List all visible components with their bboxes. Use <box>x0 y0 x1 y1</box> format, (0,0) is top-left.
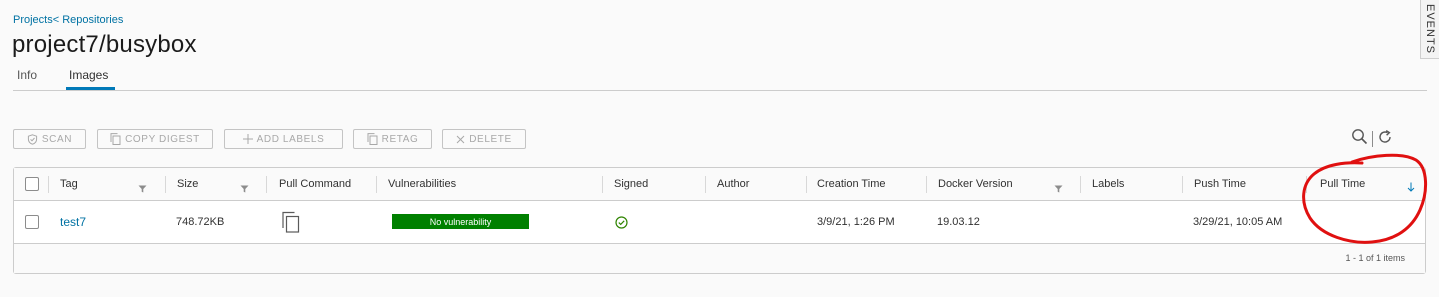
size-cell: 748.72KB <box>176 216 225 228</box>
docker-version-cell: 19.03.12 <box>937 216 980 228</box>
column-header-creation-time[interactable]: Creation Time <box>817 168 885 200</box>
active-tab-indicator <box>66 87 115 90</box>
filter-icon[interactable] <box>138 180 147 198</box>
column-header-tag[interactable]: Tag <box>60 168 78 200</box>
sort-down-icon[interactable] <box>1407 179 1415 197</box>
column-header-size[interactable]: Size <box>177 168 198 200</box>
row-select-checkbox[interactable] <box>25 201 39 243</box>
retag-label: RETAG <box>381 133 419 145</box>
events-panel-toggle[interactable]: EVENTS <box>1420 0 1439 59</box>
images-table: Tag Size Pull Command Vulnerabilities Si… <box>13 167 1426 274</box>
scan-label: SCAN <box>41 133 73 145</box>
column-header-labels[interactable]: Labels <box>1092 168 1124 200</box>
retag-button[interactable]: RETAG <box>353 129 432 149</box>
column-header-author[interactable]: Author <box>717 168 749 200</box>
filter-icon[interactable] <box>1054 180 1063 198</box>
add-labels-button[interactable]: ADD LABELS <box>224 129 343 149</box>
check-circle-icon <box>615 201 628 243</box>
scan-shield-icon <box>27 133 38 145</box>
breadcrumb-projects-link[interactable]: Projects <box>13 14 53 26</box>
column-header-pull-command[interactable]: Pull Command <box>279 168 351 200</box>
table-footer: 1 - 1 of 1 items <box>14 244 1425 273</box>
refresh-icon[interactable] <box>1377 129 1393 150</box>
copy-digest-button[interactable]: COPY DIGEST <box>97 129 213 149</box>
tab-info[interactable]: Info <box>17 68 37 82</box>
tab-bar: Info Images <box>13 66 1427 91</box>
column-header-push-time[interactable]: Push Time <box>1194 168 1246 200</box>
column-header-signed[interactable]: Signed <box>614 168 648 200</box>
select-all-checkbox[interactable] <box>25 168 39 200</box>
breadcrumb: Projects< Repositories <box>13 14 123 26</box>
copy-digest-label: COPY DIGEST <box>125 133 200 145</box>
add-labels-label: ADD LABELS <box>256 133 325 145</box>
copy-icon <box>110 133 121 145</box>
tool-divider <box>1372 131 1373 147</box>
push-time-cell: 3/29/21, 10:05 AM <box>1193 216 1283 228</box>
copy-pull-command-icon[interactable] <box>281 201 300 243</box>
table-header-row: Tag Size Pull Command Vulnerabilities Si… <box>14 168 1425 201</box>
search-icon[interactable] <box>1351 128 1368 150</box>
filter-icon[interactable] <box>240 180 249 198</box>
events-label: EVENTS <box>1424 4 1436 55</box>
column-header-docker-version[interactable]: Docker Version <box>938 168 1013 200</box>
page-title: project7/busybox <box>12 31 197 58</box>
delete-button[interactable]: DELETE <box>442 129 526 149</box>
plus-icon <box>242 134 253 144</box>
column-header-vulnerabilities[interactable]: Vulnerabilities <box>388 168 456 200</box>
scan-button[interactable]: SCAN <box>13 129 86 149</box>
table-tools <box>1351 129 1393 149</box>
retag-icon <box>367 133 378 145</box>
pagination-summary: 1 - 1 of 1 items <box>1345 253 1405 263</box>
table-row: test7 748.72KB No vulnerability 3/9/21, … <box>14 201 1425 244</box>
column-header-pull-time[interactable]: Pull Time <box>1320 168 1365 200</box>
breadcrumb-repositories-link[interactable]: < Repositories <box>53 14 124 26</box>
close-icon <box>456 135 465 144</box>
tag-link[interactable]: test7 <box>60 215 86 229</box>
delete-label: DELETE <box>469 133 512 145</box>
tab-images[interactable]: Images <box>69 68 108 82</box>
creation-time-cell: 3/9/21, 1:26 PM <box>817 216 895 228</box>
vulnerability-status-badge[interactable]: No vulnerability <box>392 214 529 229</box>
